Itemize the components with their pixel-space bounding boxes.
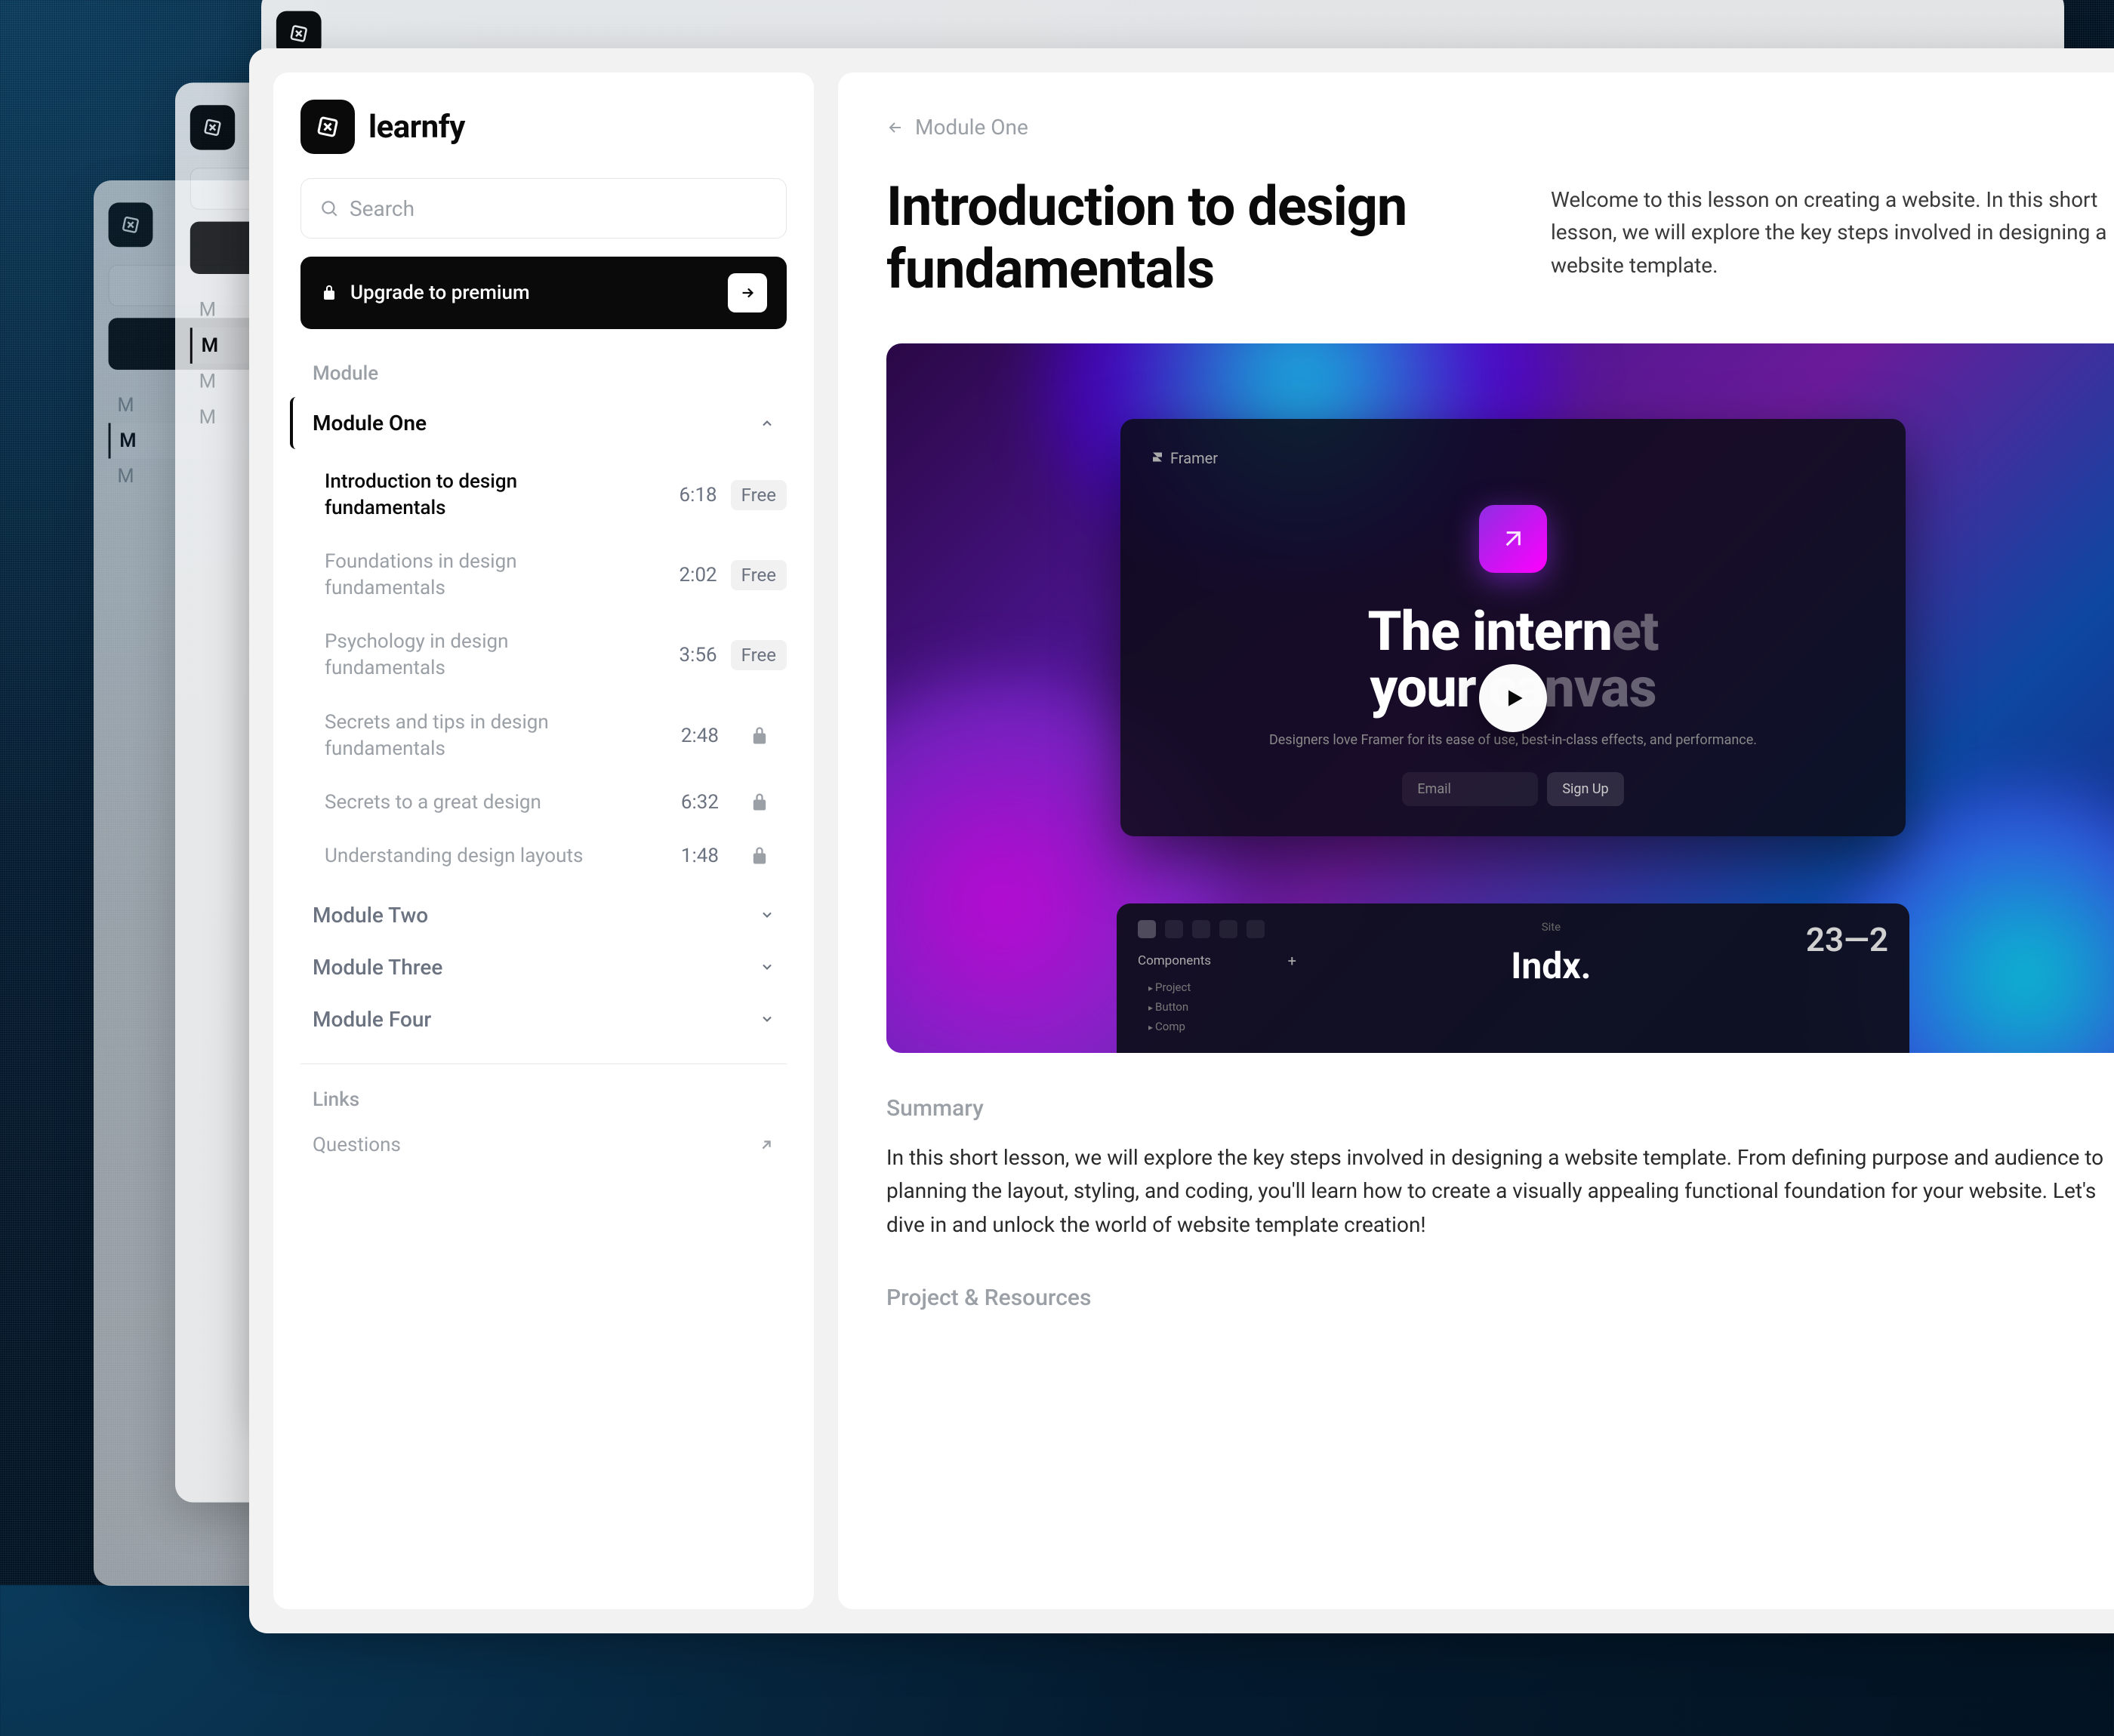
module-one-header[interactable]: Module One [290,397,787,449]
app-window: learnfy Upgrade to premium Module [249,48,2114,1633]
framer-tag: Framer [1151,449,1875,467]
toolbar-date: 23—2 [1806,920,1888,959]
toolbar-indx: Indx. [1327,944,1776,987]
play-icon [1502,686,1527,710]
logo-icon [300,100,355,154]
questions-link[interactable]: Questions [300,1123,787,1167]
brand-logo[interactable]: learnfy [300,100,787,154]
toolbar-icon [1192,920,1210,938]
toolbar-tree-item: Comp [1138,1017,1296,1036]
arrow-right-icon [739,285,756,301]
lesson-duration: 2:48 [681,725,719,747]
lesson-intro: Welcome to this lesson on creating a web… [1551,176,2114,301]
chevron-down-icon [760,959,775,974]
search-box[interactable] [300,178,787,239]
free-badge: Free [731,560,787,590]
toolbar-icon [1138,920,1156,938]
video-form: Email Sign Up [1151,772,1875,806]
premium-label: Upgrade to premium [350,282,530,304]
lesson-duration: 6:32 [681,791,719,814]
brand-name: learnfy [368,109,465,146]
main-content: Module One Introduction to design fundam… [838,72,2114,1609]
chevron-down-icon [760,907,775,922]
free-badge: Free [731,480,787,510]
framer-label: Framer [1170,449,1218,467]
lesson-item[interactable]: Secrets and tips in design fundamentals … [300,696,787,776]
module-title: Module Four [313,1007,431,1032]
video-email-field: Email [1402,772,1538,806]
lesson-title: Introduction to design fundamentals [886,176,1490,301]
toolbar-tree-item: Button [1138,997,1296,1017]
lesson-item[interactable]: Psychology in design fundamentals 3:56 F… [300,615,787,695]
module-title: Module One [313,411,427,436]
external-link-icon [758,1137,775,1153]
lesson-item[interactable]: Secrets to a great design 6:32 [300,776,787,830]
summary-heading: Summary [886,1095,2114,1122]
lesson-item[interactable]: Introduction to design fundamentals 6:18… [300,455,787,535]
chevron-up-icon [760,416,775,431]
toolbar-icon [1165,920,1183,938]
lock-icon [749,845,770,866]
breadcrumb-back[interactable]: Module One [886,115,2114,140]
play-button[interactable] [1479,664,1547,732]
lesson-title: Foundations in design fundamentals [325,549,596,602]
module-three-header[interactable]: Module Three [300,941,787,993]
toolbar-icon [1219,920,1237,938]
video-app-icon [1479,505,1547,573]
lesson-duration: 3:56 [680,644,717,666]
module-title: Module Three [313,955,442,980]
lesson-item[interactable]: Understanding design layouts 1:48 [300,830,787,883]
search-input[interactable] [350,196,768,221]
lesson-item[interactable]: Foundations in design fundamentals 2:02 … [300,535,787,615]
lesson-title: Secrets and tips in design fundamentals [325,709,596,762]
lesson-header: Introduction to design fundamentals Welc… [886,176,2114,301]
free-badge: Free [731,640,787,670]
lesson-title: Secrets to a great design [325,790,541,816]
lesson-duration: 6:18 [680,484,717,506]
sidebar: learnfy Upgrade to premium Module [273,72,814,1609]
link-label: Questions [313,1134,401,1156]
lock-icon [749,792,770,813]
module-four-header[interactable]: Module Four [300,993,787,1045]
lesson-title: Introduction to design fundamentals [325,469,596,522]
video-subtitle: Designers love Framer for its ease of us… [1151,731,1875,749]
divider [300,1063,787,1064]
toolbar-site-label: Site [1327,920,1776,934]
lock-icon [320,284,338,302]
video-toolbar-mockup: Components+ Project Button Comp Site Ind… [1117,903,1909,1053]
lesson-list: Introduction to design fundamentals 6:18… [300,449,787,889]
upgrade-premium-button[interactable]: Upgrade to premium [300,257,787,329]
toolbar-tree-item: Project [1138,977,1296,997]
lesson-duration: 2:02 [680,564,717,586]
arrow-left-icon [886,119,904,137]
module-title: Module Two [313,903,428,928]
lesson-title: Understanding design layouts [325,843,583,870]
video-preview[interactable]: Framer The internet your canvas Designer… [886,343,2114,1053]
toolbar-icon [1247,920,1265,938]
video-signup-button: Sign Up [1547,772,1623,806]
search-icon [319,199,339,218]
module-section-label: Module [300,356,787,391]
premium-arrow-button[interactable] [728,273,767,312]
summary-text: In this short lesson, we will explore th… [886,1141,2114,1242]
breadcrumb-label: Module One [915,115,1028,140]
chevron-down-icon [760,1011,775,1027]
resources-heading: Project & Resources [886,1285,2114,1311]
module-two-header[interactable]: Module Two [300,889,787,941]
lock-icon [749,725,770,746]
video-mockup-window: Framer The internet your canvas Designer… [1120,419,1906,836]
links-section-label: Links [300,1082,787,1117]
lesson-title: Psychology in design fundamentals [325,629,596,682]
components-section: Components+ [1138,952,1296,970]
lesson-duration: 1:48 [681,845,719,867]
